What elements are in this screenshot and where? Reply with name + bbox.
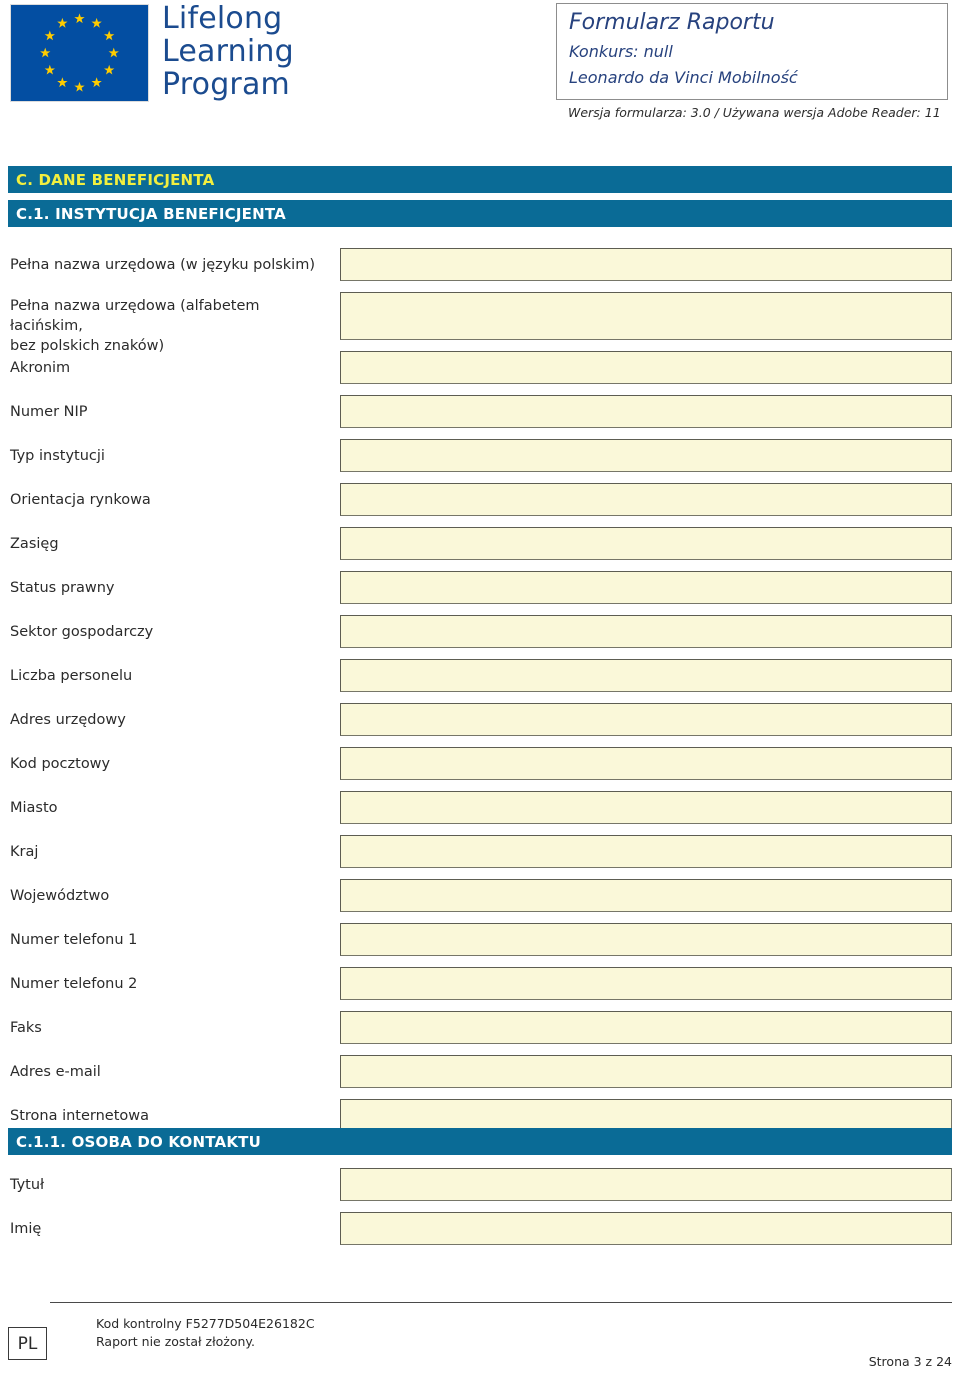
section-header-c11-label: C.1.1. OSOBA DO KONTAKTU: [16, 1132, 261, 1151]
field-input[interactable]: [340, 703, 952, 736]
field-input[interactable]: [340, 835, 952, 868]
field-input[interactable]: [340, 791, 952, 824]
section-header-c1: C.1. INSTYTUCJA BENEFICJENTA: [8, 200, 952, 227]
field-input[interactable]: [340, 483, 952, 516]
field-label: Tytuł: [10, 1176, 45, 1193]
field-label: Adres urzędowy: [10, 711, 126, 728]
field-label: Kraj: [10, 843, 39, 860]
form-version-info: Wersja formularza: 3.0 / Używana wersja …: [568, 105, 941, 120]
field-label: Miasto: [10, 799, 58, 816]
field-input[interactable]: [340, 248, 952, 281]
field-label: Numer NIP: [10, 403, 88, 420]
field-input[interactable]: [340, 351, 952, 384]
field-label: Pełna nazwa urzędowa (w języku polskim): [10, 256, 315, 273]
field-input[interactable]: [340, 1055, 952, 1088]
field-input[interactable]: [340, 1212, 952, 1245]
field-label: Pełna nazwa urzędowa (alfabetem łaciński…: [10, 298, 260, 354]
field-input[interactable]: [340, 292, 952, 340]
field-label: Sektor gospodarczy: [10, 623, 154, 640]
control-code-text: Kod kontrolny F5277D504E26182C: [96, 1316, 315, 1331]
report-status-text: Raport nie został złożony.: [96, 1334, 256, 1349]
field-input[interactable]: [340, 747, 952, 780]
field-label: Województwo: [10, 887, 110, 904]
field-input[interactable]: [340, 615, 952, 648]
brand-line-1: Lifelong: [162, 1, 283, 36]
brand-line-2: Learning: [162, 34, 294, 69]
field-label: Strona internetowa: [10, 1107, 150, 1124]
field-input[interactable]: [340, 879, 952, 912]
field-label: Imię: [10, 1220, 42, 1237]
field-input[interactable]: [340, 571, 952, 604]
field-label: Zasięg: [10, 535, 59, 552]
field-label: Kod pocztowy: [10, 755, 111, 772]
field-label: Numer telefonu 1: [10, 931, 138, 948]
country-code-badge: PL: [8, 1327, 47, 1360]
field-label: Numer telefonu 2: [10, 975, 138, 992]
field-input[interactable]: [340, 1011, 952, 1044]
european-union-flag-icon: [10, 4, 149, 102]
country-code-label: PL: [17, 1333, 38, 1354]
field-label: Orientacja rynkowa: [10, 491, 151, 508]
report-title: Formularz Raportu: [569, 10, 775, 35]
field-input[interactable]: [340, 1168, 952, 1201]
section-header-c1-label: C.1. INSTYTUCJA BENEFICJENTA: [16, 204, 286, 223]
field-label: Typ instytucji: [10, 447, 105, 464]
field-label: Status prawny: [10, 579, 115, 596]
field-input[interactable]: [340, 439, 952, 472]
field-label: Liczba personelu: [10, 667, 133, 684]
footer-divider: [50, 1302, 952, 1303]
report-contest: Konkurs: null: [569, 42, 673, 61]
section-header-c11: C.1.1. OSOBA DO KONTAKTU: [8, 1128, 952, 1155]
report-title-box: Formularz Raportu Konkurs: null Leonardo…: [556, 3, 948, 100]
field-input[interactable]: [340, 527, 952, 560]
brand-line-3: Program: [162, 67, 290, 102]
section-header-c-label: C. DANE BENEFICJENTA: [16, 170, 215, 189]
field-label: Faks: [10, 1019, 42, 1036]
report-programme: Leonardo da Vinci Mobilność: [569, 68, 798, 87]
page-number: Strona 3 z 24: [868, 1354, 952, 1369]
section-header-c: C. DANE BENEFICJENTA: [8, 166, 952, 193]
page-header: Lifelong Learning Program Formularz Rapo…: [0, 0, 960, 140]
field-label: Akronim: [10, 359, 71, 376]
field-input[interactable]: [340, 395, 952, 428]
field-input[interactable]: [340, 967, 952, 1000]
field-input[interactable]: [340, 923, 952, 956]
field-label: Adres e-mail: [10, 1063, 101, 1080]
program-brand-name: Lifelong Learning Program: [162, 2, 412, 101]
field-input[interactable]: [340, 659, 952, 692]
